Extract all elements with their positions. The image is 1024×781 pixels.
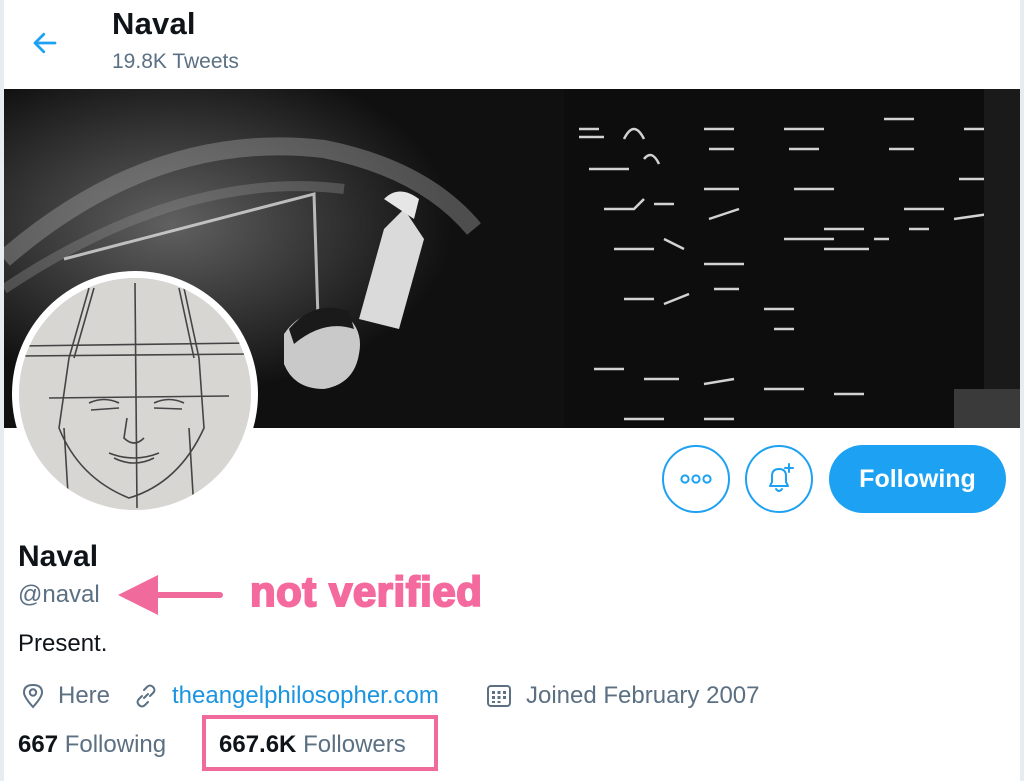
joined-text: Joined February 2007 bbox=[526, 682, 760, 709]
profile-page: Naval 19.8K Tweets Following Naval @nava… bbox=[0, 0, 1024, 781]
website[interactable]: theangelphilosopher.com bbox=[134, 680, 439, 712]
annotation-text: not verified bbox=[249, 567, 483, 616]
profile-name: Naval bbox=[18, 540, 99, 573]
more-dots-icon bbox=[680, 474, 712, 484]
right-border bbox=[1020, 0, 1024, 781]
location-pin-icon bbox=[22, 683, 44, 709]
joined-date: Joined February 2007 bbox=[486, 680, 759, 712]
more-button[interactable] bbox=[662, 445, 730, 513]
notifications-button[interactable] bbox=[745, 445, 813, 513]
arrow-left-icon bbox=[33, 32, 57, 54]
location: Here bbox=[22, 680, 110, 712]
profile-bio: Present. bbox=[18, 630, 108, 657]
link-icon bbox=[134, 684, 158, 708]
back-button[interactable] bbox=[26, 24, 64, 62]
calendar-icon bbox=[486, 683, 512, 709]
avatar-image bbox=[19, 278, 251, 510]
annotation-arrow-icon bbox=[118, 575, 223, 615]
website-link[interactable]: theangelphilosopher.com bbox=[172, 682, 439, 710]
following-button[interactable]: Following bbox=[829, 445, 1006, 513]
location-text: Here bbox=[58, 682, 111, 709]
tweet-count: 19.8K Tweets bbox=[112, 50, 239, 73]
following-stat[interactable]: 667 Following bbox=[18, 731, 166, 759]
following-label: Following bbox=[64, 731, 167, 758]
profile-avatar[interactable] bbox=[12, 271, 258, 517]
header-title: Naval bbox=[112, 6, 196, 41]
profile-handle: @naval bbox=[18, 581, 100, 608]
bell-plus-icon bbox=[769, 463, 794, 492]
followers-highlight-box bbox=[202, 715, 438, 771]
following-count: 667 bbox=[18, 731, 59, 758]
